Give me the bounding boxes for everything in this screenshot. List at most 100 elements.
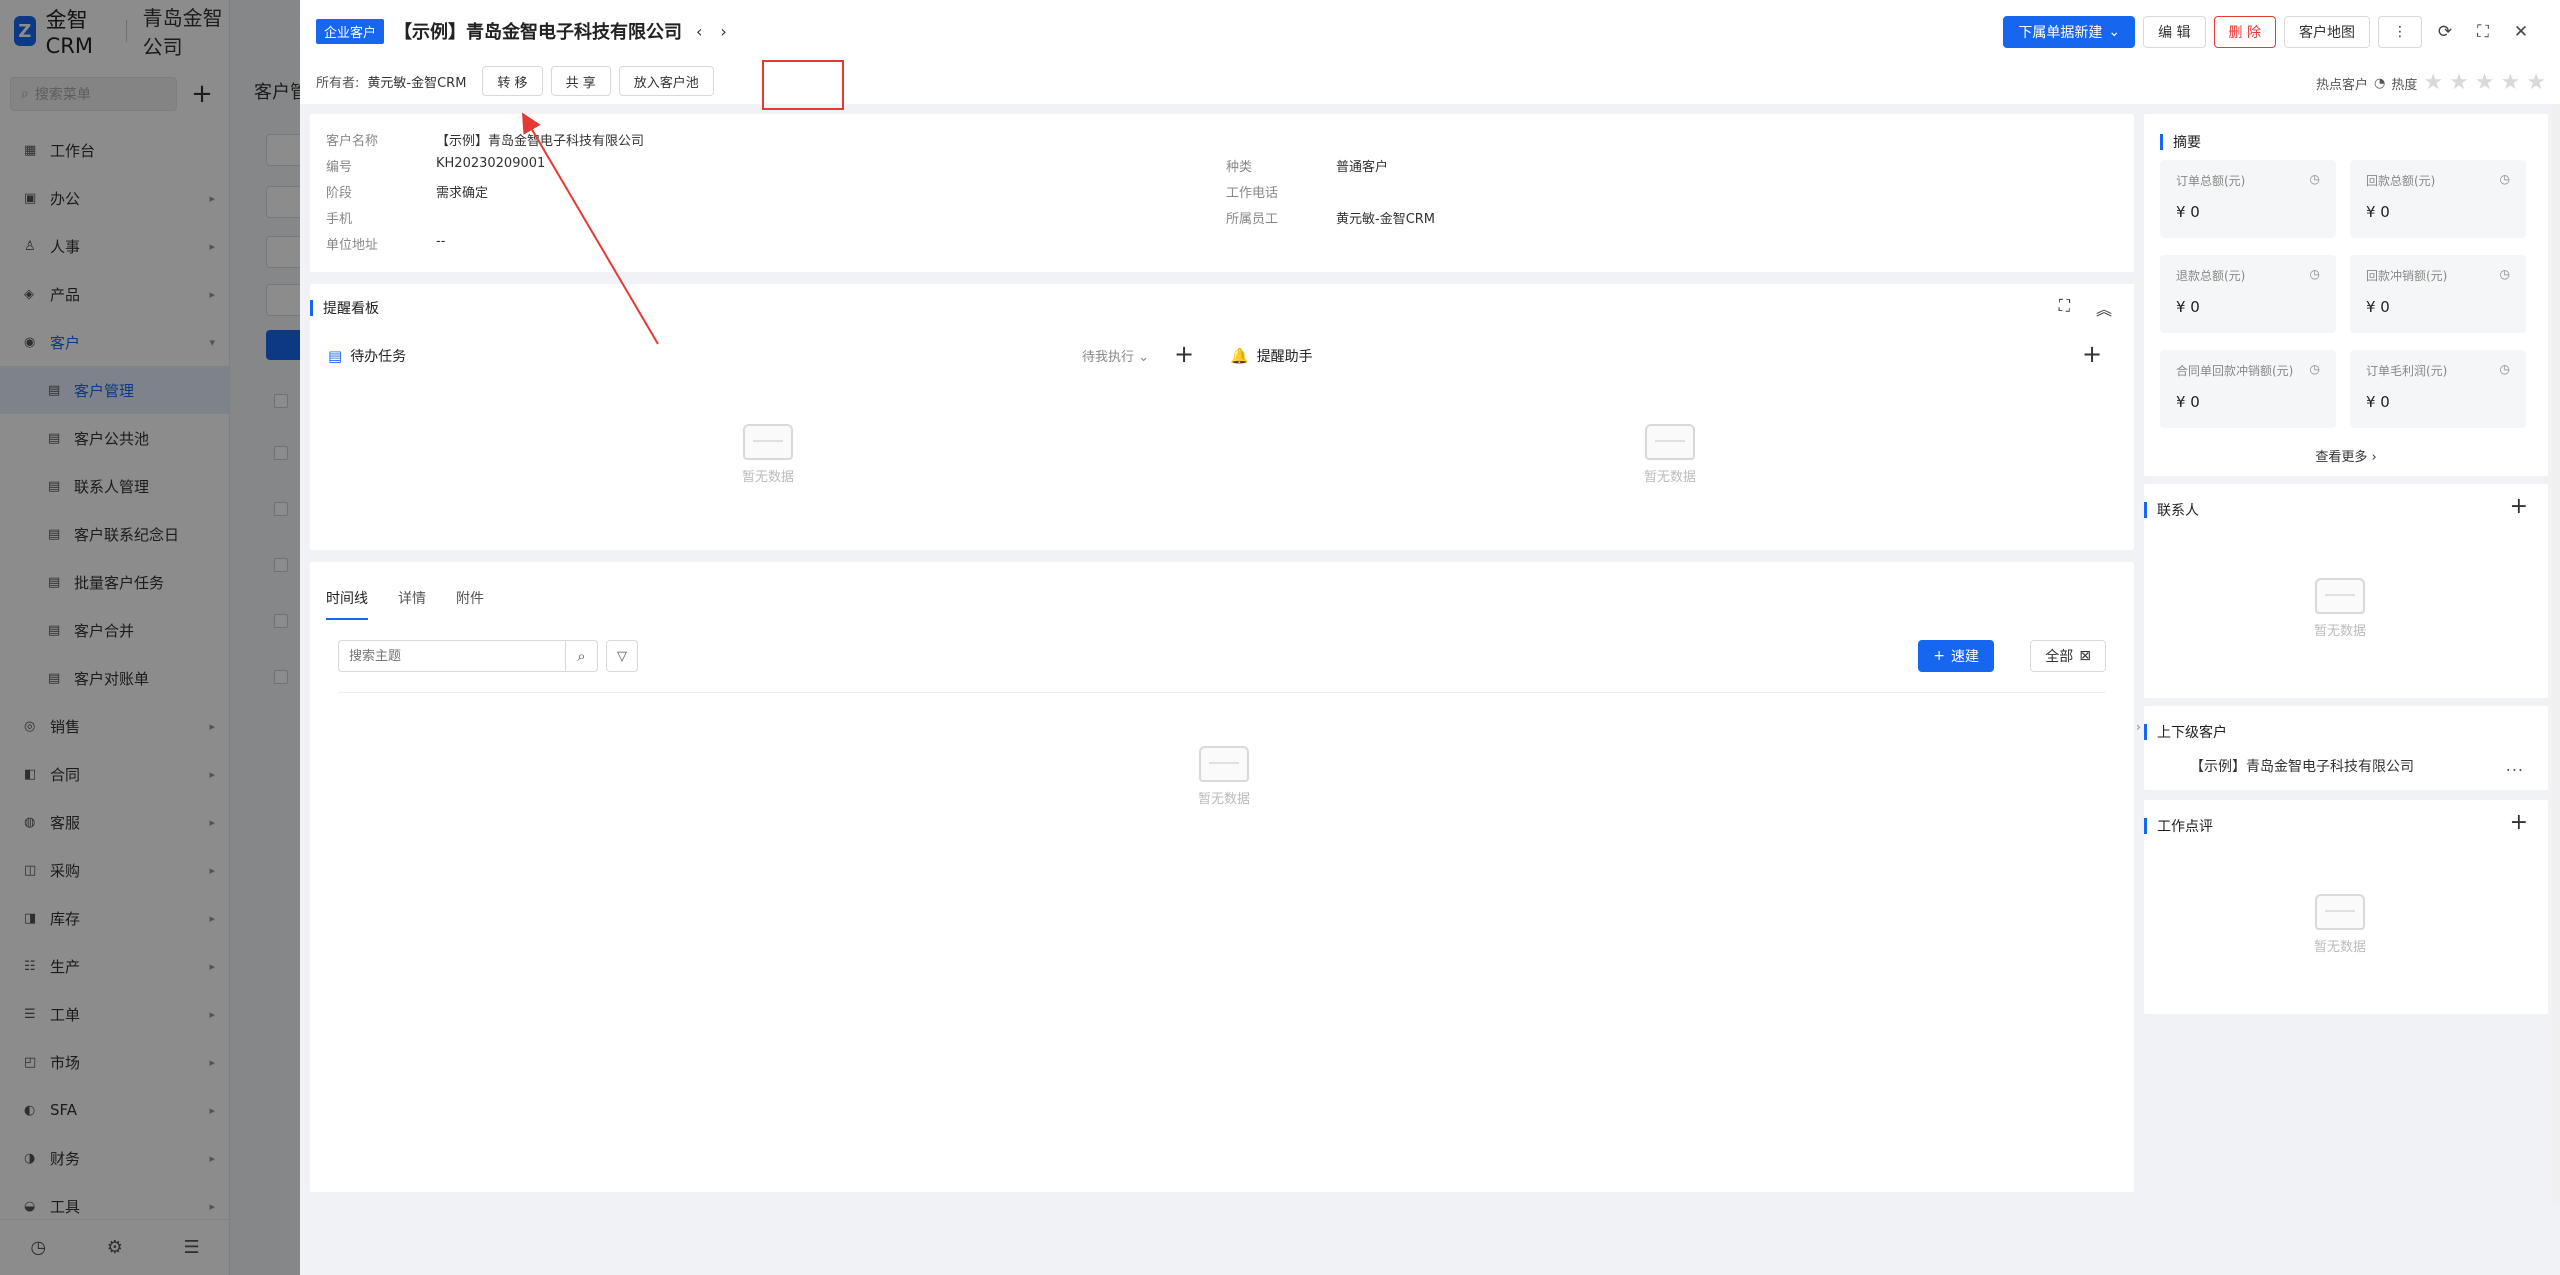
- tab-1[interactable]: 详情: [398, 588, 426, 620]
- info-icon[interactable]: ◷: [2310, 172, 2320, 189]
- todo-empty-state: 暂无数据: [742, 424, 794, 485]
- more-icon[interactable]: ...: [2506, 756, 2524, 775]
- info-key: 所属员工: [1226, 212, 1279, 227]
- heat-label: 热度: [2391, 77, 2418, 93]
- summary-panel: 摘要 订单总额(元) ◷ ¥ 0 回款总额(元) ◷ ¥ 0 退款总额(元) ◷ ¥ 0 回款冲销…: [2144, 114, 2548, 476]
- summary-card-value: ¥ 0: [2176, 393, 2200, 411]
- add-contact-icon[interactable]: +: [2510, 496, 2528, 518]
- collapse-up-icon[interactable]: ︽: [2096, 296, 2112, 320]
- info-icon[interactable]: ◷: [2500, 172, 2510, 189]
- more-actions-button[interactable]: ⋮: [2378, 16, 2422, 48]
- review-empty-state: 暂无数据: [2314, 894, 2366, 955]
- reminder-helper-header: 🔔 提醒助手: [1230, 346, 1313, 366]
- heat-icon: ◔: [2373, 75, 2386, 91]
- new-sub-document-label: 下属单据新建: [2018, 25, 2103, 41]
- next-record-icon[interactable]: ›: [716, 22, 730, 41]
- work-review-panel: 工作点评 + 暂无数据: [2144, 800, 2548, 1014]
- star-icon[interactable]: ★: [2449, 72, 2469, 94]
- timeline-empty-state: 暂无数据: [1198, 746, 1250, 807]
- expand-icon[interactable]: ⛶: [2059, 296, 2070, 320]
- summary-card-value: ¥ 0: [2366, 298, 2390, 316]
- reminder-helper-title: 提醒助手: [1256, 349, 1313, 365]
- title-row: 企业客户 【示例】青岛金智电子科技有限公司 ‹ ›: [316, 18, 731, 44]
- empty-inbox-icon: [743, 424, 793, 460]
- timeline-panel: 时间线详情附件 ⌕ ▽ + 速建 全部 ⊠ 暂无数据: [310, 562, 2134, 1192]
- document-icon: ▤: [328, 347, 343, 365]
- delete-button[interactable]: 删 除: [2213, 16, 2276, 48]
- timeline-search: ⌕: [338, 640, 598, 672]
- star-icon[interactable]: ★: [2423, 72, 2443, 94]
- star-icon[interactable]: ★: [2526, 72, 2546, 94]
- info-field: 阶段 需求确定: [326, 182, 488, 201]
- summary-card-value: ¥ 0: [2176, 298, 2200, 316]
- info-icon[interactable]: ◷: [2310, 362, 2320, 379]
- summary-card: 退款总额(元) ◷ ¥ 0: [2160, 255, 2336, 333]
- owner-row: 所有者: 黄元敏-金智CRM 转 移 共 享 放入客户池: [316, 66, 714, 96]
- timeline-tabs: 时间线 详情 附件: [326, 588, 484, 620]
- fullscreen-icon[interactable]: ⛶: [2468, 16, 2498, 48]
- info-key: 工作电话: [1226, 186, 1279, 201]
- summary-card-value: ¥ 0: [2366, 393, 2390, 411]
- summary-card: 订单总额(元) ◷ ¥ 0: [2160, 160, 2336, 238]
- info-key: 编号: [326, 160, 353, 175]
- summary-card: 合同单回款冲销额(元) ◷ ¥ 0: [2160, 350, 2336, 428]
- info-field: 工作电话: [1226, 182, 1336, 201]
- summary-card: 订单毛利润(元) ◷ ¥ 0: [2350, 350, 2526, 428]
- heat-rating[interactable]: ★ ★ ★ ★ ★: [2423, 72, 2546, 94]
- move-to-pool-button[interactable]: 放入客户池: [618, 66, 714, 96]
- info-icon[interactable]: ◷: [2500, 267, 2510, 284]
- summary-card: 回款总额(元) ◷ ¥ 0: [2350, 160, 2526, 238]
- info-key: 客户名称: [326, 134, 379, 149]
- hot-customer-area: 热点客户 ◔ 热度 ★ ★ ★ ★ ★: [2316, 72, 2546, 94]
- refresh-icon[interactable]: ⟳: [2430, 16, 2460, 48]
- owner-label: 所有者:: [316, 75, 360, 91]
- chevron-down-icon: ⌄: [2108, 24, 2121, 40]
- filter-icon[interactable]: ▽: [606, 640, 638, 672]
- chevron-right-icon[interactable]: ›: [2136, 720, 2141, 734]
- timeline-search-input[interactable]: [339, 641, 565, 671]
- add-review-icon[interactable]: +: [2510, 812, 2528, 834]
- header-actions: 下属单据新建 ⌄ 编 辑 删 除 客户地图 ⋮ ⟳ ⛶ ✕: [2003, 16, 2536, 48]
- transfer-button[interactable]: 转 移: [482, 66, 543, 96]
- customer-detail-drawer: 企业客户 【示例】青岛金智电子科技有限公司 ‹ › 下属单据新建 ⌄ 编 辑 删…: [300, 0, 2560, 1275]
- customer-map-button[interactable]: 客户地图: [2284, 16, 2370, 48]
- new-sub-document-button[interactable]: 下属单据新建 ⌄: [2003, 16, 2136, 48]
- edit-button[interactable]: 编 辑: [2143, 16, 2206, 48]
- todo-task-title: 待办任务: [350, 349, 407, 365]
- contacts-panel: 联系人 + 暂无数据: [2144, 484, 2548, 698]
- search-icon[interactable]: ⌕: [565, 641, 597, 671]
- tab-2[interactable]: 附件: [456, 588, 484, 620]
- star-icon[interactable]: ★: [2475, 72, 2495, 94]
- all-filter-button[interactable]: 全部 ⊠: [2030, 640, 2106, 672]
- summary-card: 回款冲销额(元) ◷ ¥ 0: [2350, 255, 2526, 333]
- star-icon[interactable]: ★: [2501, 72, 2521, 94]
- clear-filter-icon: ⊠: [2079, 648, 2091, 664]
- share-button[interactable]: 共 享: [550, 66, 611, 96]
- quick-create-button[interactable]: + 速建: [1918, 640, 1994, 672]
- tab-0[interactable]: 时间线: [326, 588, 368, 620]
- info-value: 普通客户: [1336, 160, 1389, 175]
- prev-record-icon[interactable]: ‹: [692, 22, 706, 41]
- reminder-board-panel: 提醒看板 ⛶ ︽ ▤ 待办任务 待我执行 ⌄ + 🔔 提醒助手 + 暂无数据 暂…: [310, 284, 2134, 550]
- customer-type-badge: 企业客户: [316, 18, 385, 44]
- info-icon[interactable]: ◷: [2500, 362, 2510, 379]
- summary-title: 摘要: [2160, 132, 2201, 152]
- info-grid: 客户名称 【示例】青岛金智电子科技有限公司 编号 KH20230209001 阶段 需求确…: [326, 130, 2118, 256]
- drawer-scrollbar[interactable]: [2552, 104, 2560, 1204]
- owner-value: 黄元敏-金智CRM: [367, 75, 467, 91]
- info-value: 黄元敏-金智CRM: [1336, 212, 1436, 227]
- info-field: 单位地址 --: [326, 234, 445, 253]
- todo-filter-dropdown[interactable]: 待我执行 ⌄: [1082, 346, 1149, 365]
- info-key: 阶段: [326, 186, 353, 201]
- see-more-link[interactable]: 查看更多 ›: [2144, 446, 2548, 465]
- info-icon[interactable]: ◷: [2310, 267, 2320, 284]
- add-reminder-icon[interactable]: +: [2082, 342, 2102, 366]
- add-todo-icon[interactable]: +: [1174, 342, 1194, 366]
- empty-inbox-icon: [1645, 424, 1695, 460]
- todo-task-header: ▤ 待办任务: [328, 346, 406, 366]
- summary-card-label: 订单毛利润(元): [2366, 364, 2448, 378]
- work-review-title: 工作点评: [2144, 816, 2213, 836]
- close-icon[interactable]: ✕: [2506, 16, 2536, 48]
- reminder-board-tools: ⛶ ︽: [2059, 296, 2112, 320]
- parent-customer-item[interactable]: 【示例】青岛金智电子科技有限公司: [2190, 756, 2414, 776]
